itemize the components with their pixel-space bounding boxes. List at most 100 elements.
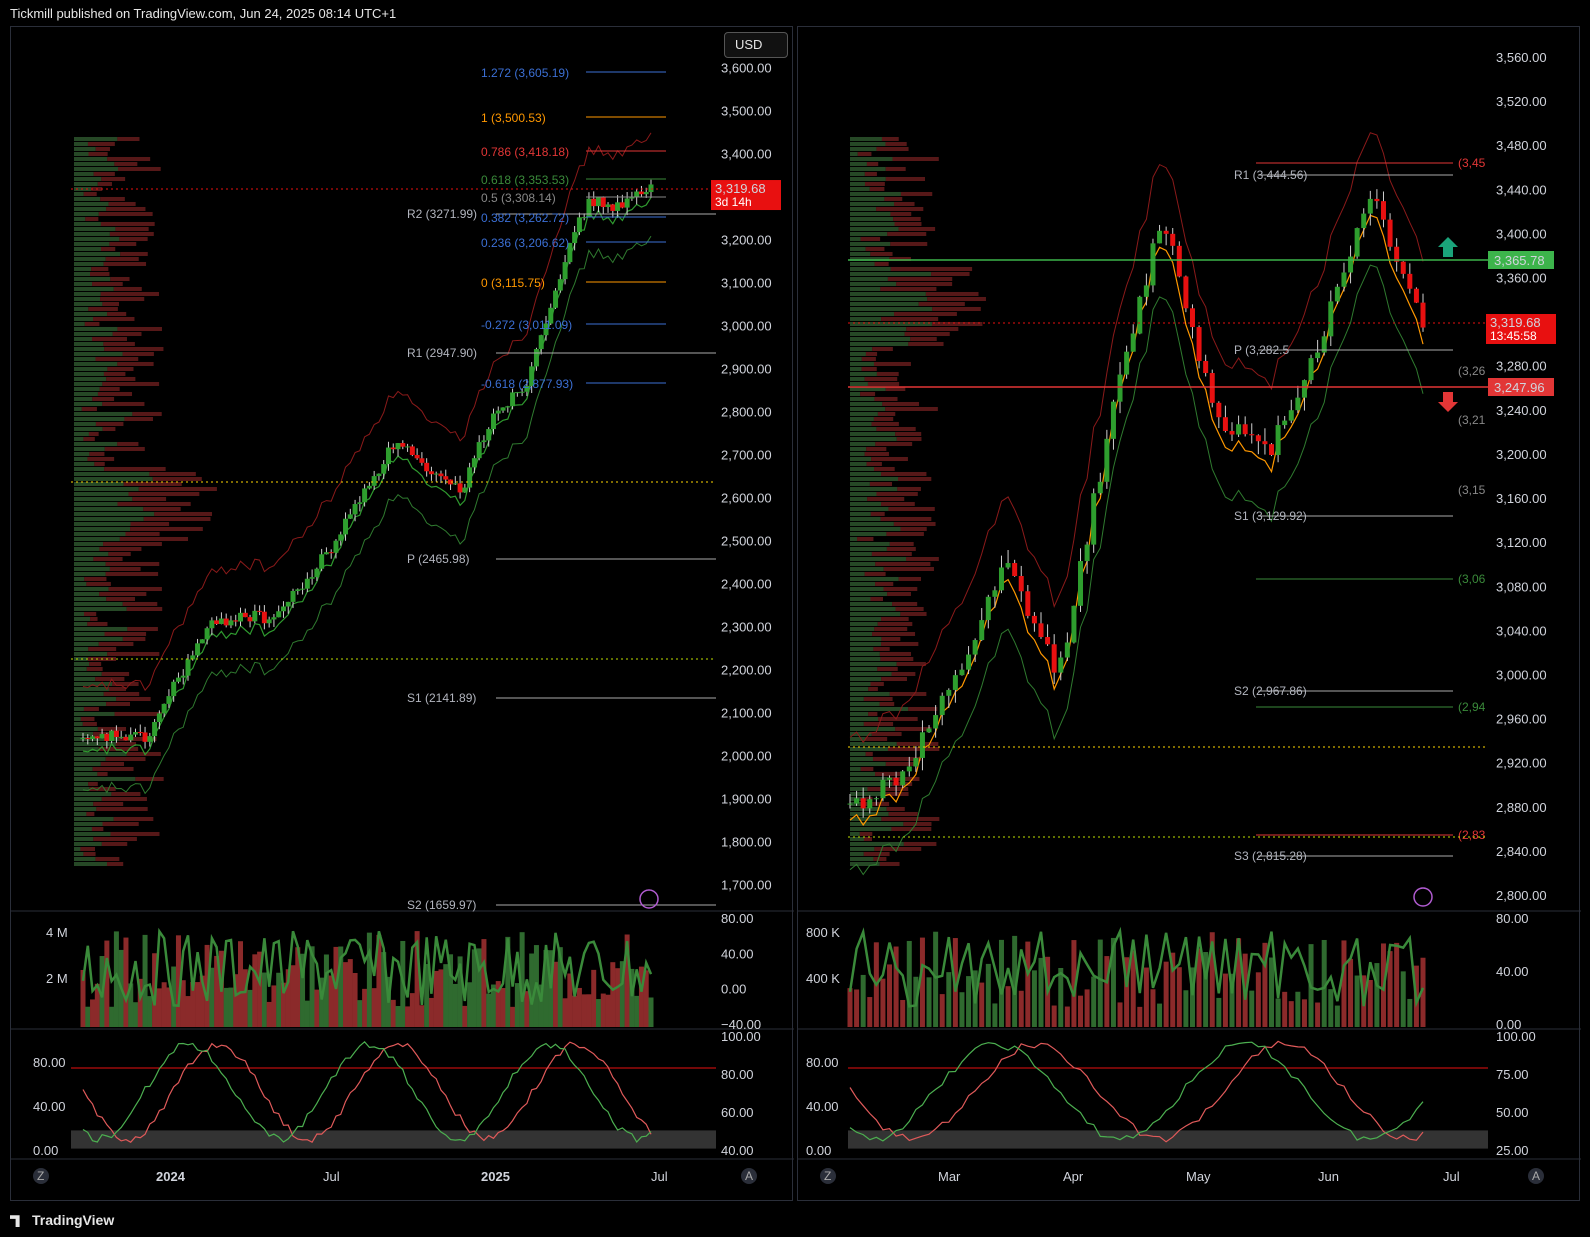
volume-profile-bar bbox=[870, 252, 893, 256]
volume-profile-bar bbox=[873, 417, 894, 421]
volume-profile-bar bbox=[850, 457, 872, 461]
volume-profile-bar bbox=[850, 822, 904, 826]
volume-profile-bar bbox=[74, 807, 97, 811]
volume-bar bbox=[524, 991, 530, 1027]
volume-profile-bar bbox=[850, 772, 876, 776]
volume-profile-bar bbox=[83, 192, 97, 196]
volume-profile-bar bbox=[74, 327, 118, 331]
stoch-left-tick-label: 80.00 bbox=[33, 1055, 66, 1070]
price-tick-label: 2,500.00 bbox=[721, 534, 772, 549]
volume-profile-bar bbox=[850, 437, 897, 441]
volume-profile-bar bbox=[850, 852, 864, 856]
volume-bar bbox=[443, 964, 449, 1027]
tradingview-footer[interactable]: TradingView bbox=[10, 1212, 114, 1228]
currency-selector[interactable]: USD bbox=[724, 32, 788, 58]
volume-profile-bar bbox=[850, 687, 869, 691]
candle-body bbox=[887, 777, 893, 780]
volume-osc-tick-label: 80.00 bbox=[721, 911, 754, 926]
time-tick-label: Jul bbox=[651, 1169, 668, 1184]
candle-body bbox=[161, 703, 167, 714]
volume-profile-bar bbox=[896, 742, 939, 746]
volume-profile-bar bbox=[74, 812, 87, 816]
volume-profile-bar bbox=[850, 637, 882, 641]
volume-profile-bar bbox=[122, 637, 146, 641]
volume-profile-bar bbox=[850, 757, 874, 761]
volume-profile-bar bbox=[74, 357, 96, 361]
pivot-label: R2 (3271.99) bbox=[407, 207, 477, 221]
volume-profile-bar bbox=[850, 622, 878, 626]
volume-profile-bar bbox=[83, 437, 95, 441]
volume-profile-bar bbox=[74, 147, 96, 151]
candle-body bbox=[433, 473, 439, 475]
volume-bar bbox=[992, 1003, 998, 1027]
volume-profile-bar bbox=[897, 487, 921, 491]
volume-profile-bar bbox=[850, 582, 876, 586]
volume-profile-bar bbox=[870, 512, 885, 516]
volume-profile-bar bbox=[87, 142, 115, 146]
volume-profile-bar bbox=[74, 762, 101, 766]
volume-profile-bar bbox=[850, 477, 899, 481]
candle-body bbox=[290, 590, 296, 602]
volume-profile-bar bbox=[74, 667, 87, 671]
volume-profile-bar bbox=[74, 402, 103, 406]
price-tick-label: 3,200.00 bbox=[721, 233, 772, 248]
candle-body bbox=[1348, 256, 1354, 273]
volume-bar bbox=[1163, 961, 1169, 1027]
left-chart-svg[interactable]: 3,600.003,500.003,400.003,300.003,200.00… bbox=[11, 27, 794, 1202]
candle-body bbox=[966, 654, 972, 670]
upper-band-line bbox=[849, 132, 1424, 744]
volume-profile-bar bbox=[101, 842, 128, 846]
volume-profile-bar bbox=[850, 702, 880, 706]
price-tick-label: 3,400.00 bbox=[1496, 226, 1547, 241]
candle-body bbox=[1117, 374, 1123, 402]
volume-profile-bar bbox=[850, 712, 869, 716]
stoch-left-tick-label: 40.00 bbox=[33, 1099, 66, 1114]
volume-bar bbox=[228, 987, 234, 1027]
candle-body bbox=[634, 191, 640, 197]
volume-profile-bar bbox=[74, 182, 98, 186]
volume-bar bbox=[1143, 967, 1149, 1027]
stoch-right-tick-label: 75.00 bbox=[1496, 1067, 1529, 1082]
tradingview-logo-icon bbox=[10, 1215, 20, 1228]
volume-bar bbox=[926, 977, 932, 1027]
volume-profile-bar bbox=[143, 507, 181, 511]
right-chart-pane[interactable]: 3,560.00 3,520.00 3,480.00 3,440.00 3,400.00… bbox=[797, 26, 1581, 1202]
volume-bar bbox=[500, 988, 506, 1027]
volume-profile-bar bbox=[850, 192, 901, 196]
volume-profile-bar bbox=[895, 607, 924, 611]
candle-body bbox=[1189, 308, 1195, 328]
price-tick-label: 2,960.00 bbox=[1496, 712, 1547, 727]
volume-bar bbox=[553, 961, 559, 1027]
volume-bar bbox=[576, 987, 582, 1027]
volume-profile-bar bbox=[867, 382, 900, 386]
volume-profile-bar bbox=[898, 577, 922, 581]
candle-body bbox=[486, 429, 492, 441]
right-chart-svg[interactable]: 3,560.00 3,520.00 3,480.00 3,440.00 3,400.00… bbox=[798, 27, 1581, 1202]
volume-profile-bar bbox=[92, 337, 127, 341]
volume-bar bbox=[979, 982, 985, 1027]
volume-profile-bar bbox=[74, 397, 93, 401]
volume-bar bbox=[860, 974, 866, 1027]
stoch-right-tick-label: 50.00 bbox=[1496, 1105, 1529, 1120]
pivot-label: S2 (1659.97) bbox=[407, 898, 476, 912]
volume-profile-bar bbox=[74, 647, 89, 651]
volume-bar bbox=[238, 941, 244, 1027]
volume-profile-bar bbox=[850, 347, 873, 351]
volume-bar bbox=[1407, 998, 1413, 1027]
volume-profile-bar bbox=[877, 412, 896, 416]
price-tick-label: 2,400.00 bbox=[721, 577, 772, 592]
volume-profile-bar bbox=[95, 677, 125, 681]
left-chart-pane[interactable]: 3,600.003,500.003,400.003,300.003,200.00… bbox=[10, 26, 794, 1202]
candle-body bbox=[319, 554, 325, 569]
volume-bar bbox=[161, 982, 167, 1027]
candle-body bbox=[462, 487, 468, 493]
volume-bar bbox=[271, 985, 277, 1027]
candle-body bbox=[323, 552, 329, 555]
candle-body bbox=[147, 736, 153, 742]
volume-profile-bar bbox=[850, 602, 893, 606]
volume-profile-bar bbox=[850, 597, 871, 601]
volume-profile-bar bbox=[874, 397, 898, 401]
volume-profile-bar bbox=[891, 672, 916, 676]
volume-profile-bar bbox=[863, 697, 893, 701]
volume-profile-bar bbox=[850, 162, 867, 166]
